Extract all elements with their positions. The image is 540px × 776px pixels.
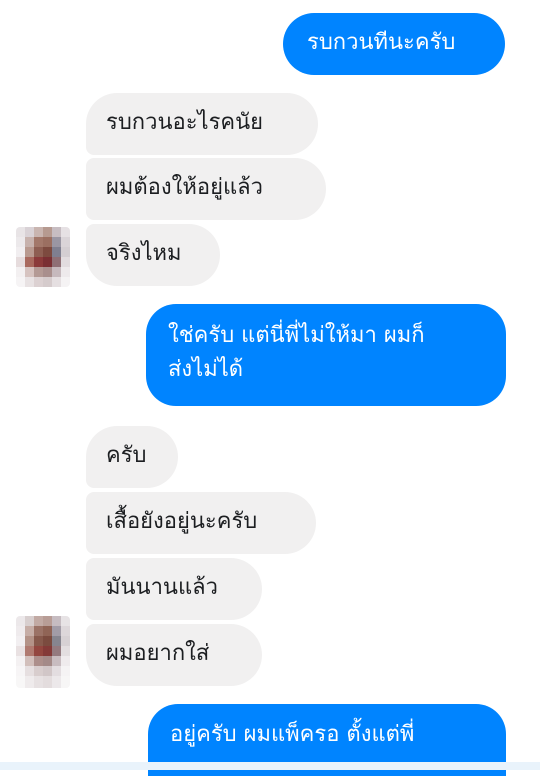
message-bubble-incoming[interactable]: ผมต้องให้อยู่แล้ว bbox=[86, 158, 326, 220]
message-text: มันนานแล้ว bbox=[106, 575, 218, 600]
contact-avatar[interactable] bbox=[16, 227, 70, 287]
message-text: รบกวนทีนะครับ bbox=[307, 30, 456, 55]
message-composer-edge bbox=[0, 762, 540, 770]
message-bubble-incoming[interactable]: ผมอยากใส่ bbox=[86, 624, 262, 686]
message-text-line: อยู่ครับ ผมแพ็ครอ ตั้งแต่พี่ bbox=[170, 722, 415, 747]
message-text: ผมต้องให้อยู่แล้ว bbox=[106, 175, 263, 200]
message-text-line: ส่งไม่ได้ bbox=[168, 357, 244, 382]
message-text: เสื้อยังอยู่นะครับ bbox=[106, 509, 258, 534]
contact-avatar[interactable] bbox=[16, 616, 70, 688]
message-bubble-incoming[interactable]: เสื้อยังอยู่นะครับ bbox=[86, 492, 316, 554]
message-bubble-incoming[interactable]: รบกวนอะไรคนัย bbox=[86, 93, 318, 155]
message-bubble-outgoing[interactable]: รบกวนทีนะครับ bbox=[283, 13, 505, 75]
message-text-line: ใช่ครับ แต่นี่พี่ไม่ให้มา ผมก็ bbox=[168, 323, 425, 348]
message-bubble-incoming[interactable]: ครับ bbox=[86, 426, 178, 488]
message-bubble-incoming[interactable]: จริงไหม bbox=[86, 224, 220, 286]
message-bubble-incoming[interactable]: มันนานแล้ว bbox=[86, 558, 262, 620]
message-text: รบกวนอะไรคนัย bbox=[106, 110, 264, 135]
message-text: ครับ bbox=[106, 443, 147, 468]
message-bubble-outgoing[interactable]: ใช่ครับ แต่นี่พี่ไม่ให้มา ผมก็ ส่งไม่ได้ bbox=[146, 304, 506, 406]
message-text: จริงไหม bbox=[106, 241, 182, 266]
message-text: ผมอยากใส่ bbox=[106, 641, 210, 666]
